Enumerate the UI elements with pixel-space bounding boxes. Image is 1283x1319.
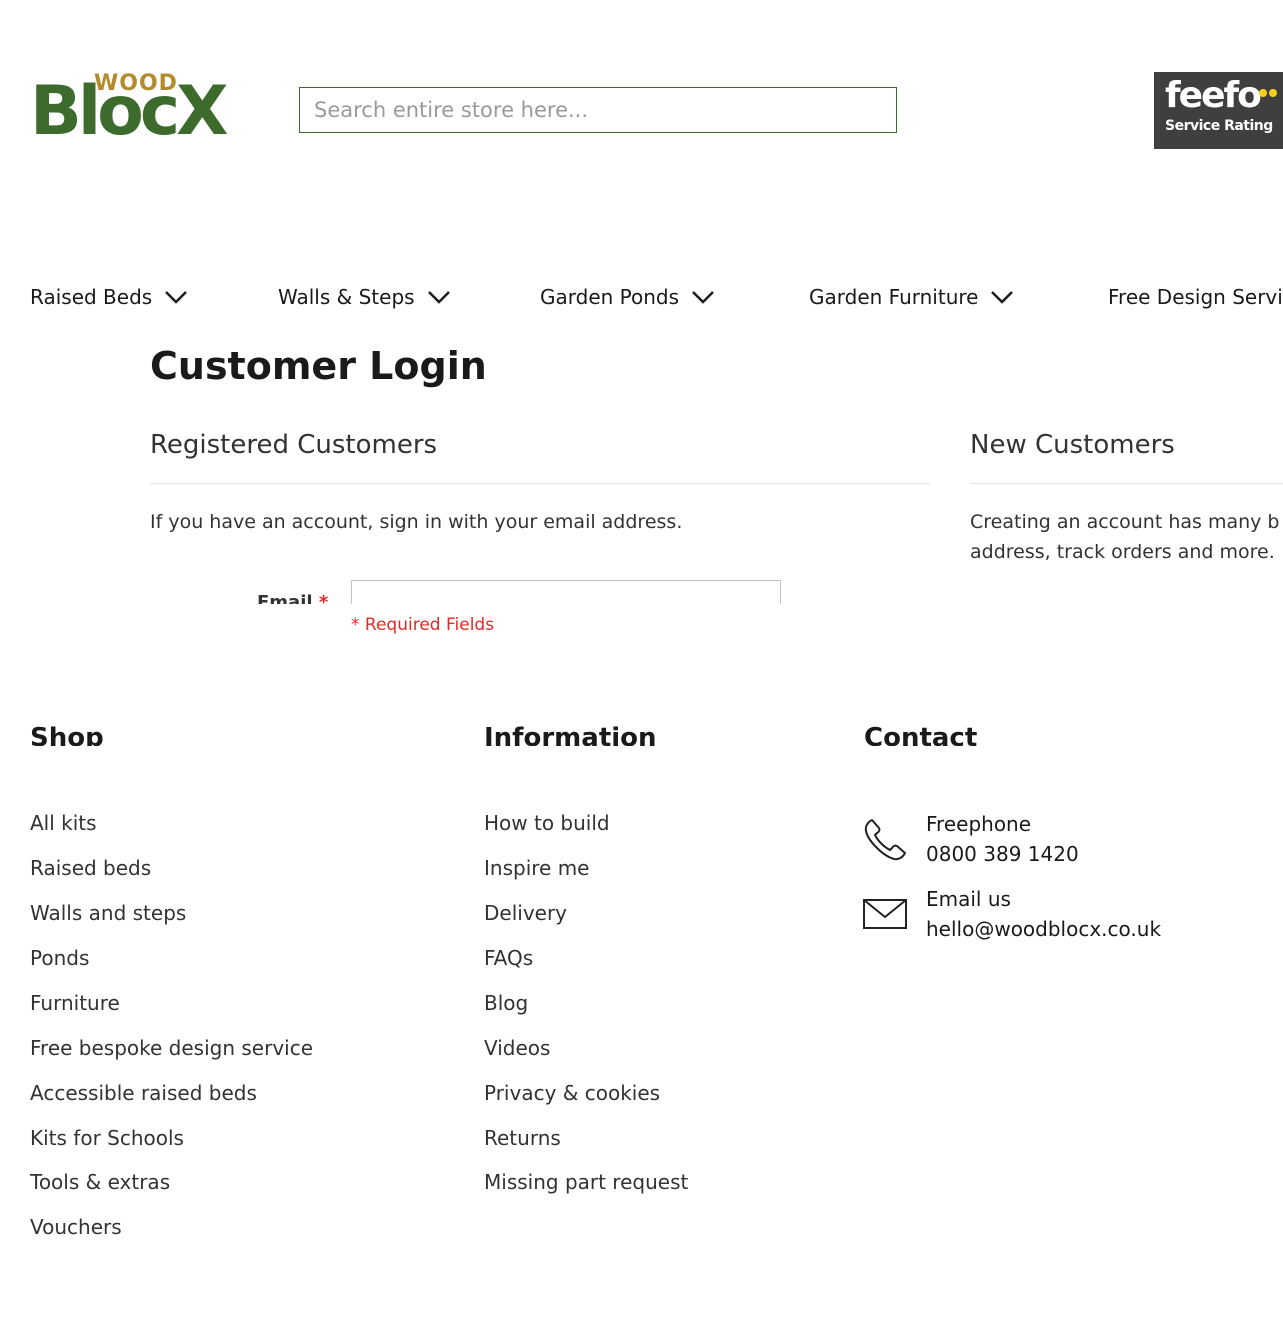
woodblocx-logo[interactable]: WOOD BlocX xyxy=(30,72,235,146)
nav-label: Raised Beds xyxy=(30,285,153,309)
nav-item-walls-steps[interactable]: Walls & Steps xyxy=(278,283,451,311)
footer-link-blog[interactable]: Blog xyxy=(484,991,528,1015)
new-customers-title: New Customers xyxy=(970,430,1175,460)
feefo-rating-label: Service Rating xyxy=(1165,118,1273,134)
nav-label: Garden Ponds xyxy=(540,285,680,309)
footer-link-vouchers[interactable]: Vouchers xyxy=(30,1215,122,1239)
required-star: * xyxy=(318,592,329,604)
chevron-down-icon xyxy=(164,290,188,304)
new-customers-text-line-2: address, track orders and more. xyxy=(970,541,1275,563)
footer-link-videos[interactable]: Videos xyxy=(484,1036,550,1060)
nav-item-garden-ponds[interactable]: Garden Ponds xyxy=(540,283,715,311)
nav-label: Walls & Steps xyxy=(278,285,415,309)
feefo-service-rating-badge[interactable]: feefo Service Rating xyxy=(1154,72,1283,149)
feefo-logo-text: feefo xyxy=(1165,75,1262,116)
nav-item-garden-furniture[interactable]: Garden Furniture xyxy=(809,283,1014,311)
footer-link-returns[interactable]: Returns xyxy=(484,1126,561,1150)
footer-link-delivery[interactable]: Delivery xyxy=(484,901,567,925)
chevron-down-icon xyxy=(691,290,715,304)
email-label-text: Email xyxy=(257,592,313,604)
nav-label: Free Design Servic xyxy=(1108,285,1283,309)
nav-item-raised-beds[interactable]: Raised Beds xyxy=(30,283,188,311)
phone-contact[interactable]: Freephone 0800 389 1420 xyxy=(926,809,1079,869)
page-title: Customer Login xyxy=(150,344,487,388)
logo-blocx-text: BlocX xyxy=(30,72,229,151)
nav-label: Garden Furniture xyxy=(809,285,979,309)
email-field-label: Email * xyxy=(257,590,328,604)
footer-information-title: Information xyxy=(484,723,657,746)
email-us-label: Email us xyxy=(926,887,1011,911)
email-address: hello@woodblocx.co.uk xyxy=(926,917,1162,941)
email-field[interactable] xyxy=(351,580,781,604)
footer-link-design-service[interactable]: Free bespoke design service xyxy=(30,1036,313,1060)
footer-link-raised-beds[interactable]: Raised beds xyxy=(30,856,151,880)
new-customers-text: Creating an account has many b address, … xyxy=(970,507,1283,567)
new-customers-text-line-1: Creating an account has many b xyxy=(970,511,1280,533)
footer-link-furniture[interactable]: Furniture xyxy=(30,991,120,1015)
search-input[interactable] xyxy=(299,87,897,133)
footer-link-tools-extras[interactable]: Tools & extras xyxy=(30,1170,170,1194)
phone-icon xyxy=(862,816,910,869)
chevron-down-icon xyxy=(990,290,1014,304)
footer-link-missing-part-request[interactable]: Missing part request xyxy=(484,1170,688,1194)
nav-item-free-design-service[interactable]: Free Design Servic xyxy=(1108,283,1283,311)
envelope-icon xyxy=(863,899,907,934)
email-contact[interactable]: Email us hello@woodblocx.co.uk xyxy=(926,884,1161,944)
phone-number: 0800 389 1420 xyxy=(926,842,1079,866)
registered-customers-title: Registered Customers xyxy=(150,430,438,460)
chevron-down-icon xyxy=(427,290,451,304)
footer-link-all-kits[interactable]: All kits xyxy=(30,811,97,835)
footer-link-walls-and-steps[interactable]: Walls and steps xyxy=(30,901,186,925)
footer-contact-title: Contact xyxy=(864,723,978,746)
feefo-eyes-icon xyxy=(1259,84,1279,102)
registered-divider xyxy=(150,483,931,484)
registered-intro-text: If you have an account, sign in with you… xyxy=(150,511,683,533)
phone-label: Freephone xyxy=(926,812,1032,836)
footer-link-inspire-me[interactable]: Inspire me xyxy=(484,856,589,880)
footer-link-how-to-build[interactable]: How to build xyxy=(484,811,610,835)
footer-link-accessible-raised-beds[interactable]: Accessible raised beds xyxy=(30,1081,257,1105)
footer-link-ponds[interactable]: Ponds xyxy=(30,946,89,970)
footer-link-faqs[interactable]: FAQs xyxy=(484,946,533,970)
footer-link-kits-for-schools[interactable]: Kits for Schools xyxy=(30,1126,184,1150)
required-fields-note: * Required Fields xyxy=(351,615,495,635)
new-customers-divider xyxy=(970,483,1283,484)
footer-link-privacy-cookies[interactable]: Privacy & cookies xyxy=(484,1081,660,1105)
footer-shop-title: Shop xyxy=(30,723,104,746)
